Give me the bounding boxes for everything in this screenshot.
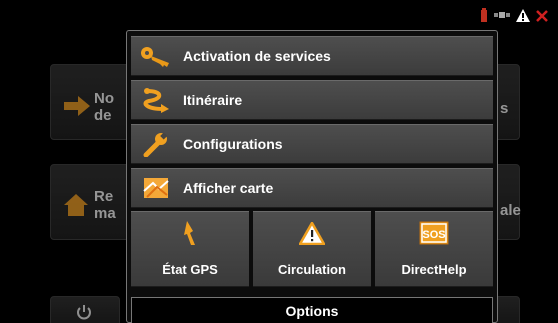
bg-menu-item-1-right-label: s: [500, 100, 509, 117]
menu-item-configurations[interactable]: Configurations: [131, 124, 493, 164]
tile-directhelp[interactable]: SOS DirectHelp: [375, 211, 493, 287]
gps-antenna-icon: [131, 220, 249, 246]
menu-item-label: Configurations: [183, 136, 283, 152]
menu-item-label: Itinéraire: [183, 92, 243, 108]
sos-icon: SOS: [375, 220, 493, 246]
menu-item-itineraire[interactable]: Itinéraire: [131, 80, 493, 120]
power-icon: [77, 305, 91, 320]
battery-icon: [480, 8, 488, 27]
menu-item-label: Activation de services: [183, 48, 331, 64]
menu-item-activation-services[interactable]: Activation de services: [131, 36, 493, 76]
tile-label: DirectHelp: [401, 262, 467, 277]
map-icon: [131, 168, 181, 208]
key-icon: [131, 36, 181, 76]
tile-label: Circulation: [278, 262, 346, 277]
bg-menu-item-2-right-label: ale: [500, 202, 521, 219]
options-menu: Activation de services Itinéraire Config…: [126, 30, 498, 323]
route-icon: [131, 80, 181, 120]
arrow-right-icon: [64, 96, 90, 116]
sos-icon-text: SOS: [422, 229, 445, 241]
options-button[interactable]: Options: [131, 297, 493, 323]
status-bar: [480, 8, 548, 27]
home-icon: [64, 194, 88, 216]
menu-item-afficher-carte[interactable]: Afficher carte: [131, 168, 493, 208]
menu-item-label: Afficher carte: [183, 180, 274, 196]
bg-menu-item-2-label: Re ma: [94, 188, 116, 222]
satellite-icon: [494, 8, 510, 27]
navigation-screen: No de s Re ma ale Activation de services…: [0, 0, 558, 323]
alert-triangle-icon: [516, 8, 530, 27]
close-icon[interactable]: [536, 9, 548, 27]
tile-label: État GPS: [162, 262, 218, 277]
warning-triangle-icon: [253, 220, 371, 246]
bg-menu-item-1-label: No de: [94, 90, 114, 124]
tile-etat-gps[interactable]: État GPS: [131, 211, 249, 287]
wrench-icon: [131, 124, 181, 164]
tile-circulation[interactable]: Circulation: [253, 211, 371, 287]
